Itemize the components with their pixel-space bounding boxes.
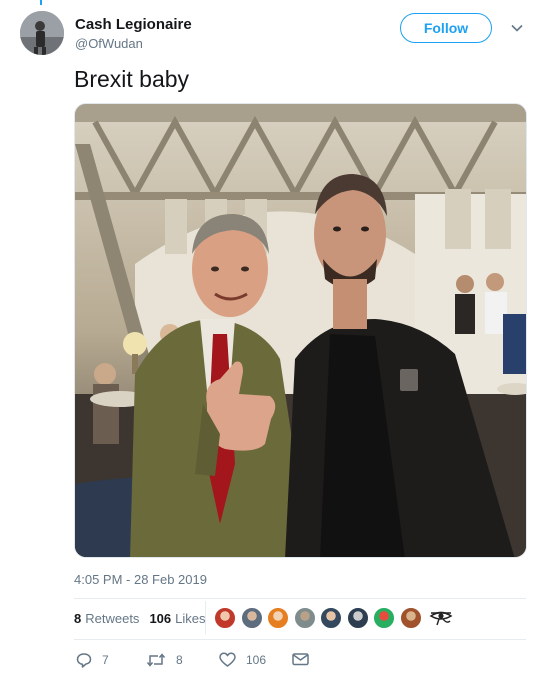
liker-avatar[interactable] — [399, 607, 422, 629]
tweet-timestamp[interactable]: 4:05 PM - 28 Feb 2019 — [74, 572, 207, 587]
like-action[interactable]: 106 — [219, 652, 266, 668]
tweet-header: Cash Legionaire @OfWudan Follow — [20, 11, 530, 57]
retweet-icon — [146, 653, 166, 667]
liker-avatar[interactable] — [267, 607, 289, 629]
avatar[interactable] — [20, 11, 64, 55]
reply-action[interactable]: 7 — [76, 652, 109, 668]
follow-button[interactable]: Follow — [400, 13, 492, 43]
retweets-count: 8 — [74, 611, 82, 626]
dm-action[interactable] — [292, 652, 319, 666]
top-accent-bar — [40, 0, 42, 5]
envelope-icon — [292, 653, 309, 666]
user-handle[interactable]: @OfWudan — [75, 36, 143, 51]
display-name[interactable]: Cash Legionaire — [75, 16, 192, 33]
likes-label: Likes — [175, 611, 206, 626]
like-count: 106 — [246, 653, 267, 667]
divider-top — [74, 598, 526, 599]
tweet-actions: 7 8 106 — [76, 652, 536, 672]
divider-bottom — [74, 639, 526, 640]
retweets-stat[interactable]: 8 Retweets — [74, 611, 139, 626]
likes-stat[interactable]: 106 Likes — [149, 611, 205, 626]
tweet-stats: 8 Retweets 106 Likes — [74, 611, 216, 626]
liker-avatar[interactable] — [293, 607, 316, 629]
eye-of-horus-icon[interactable] — [428, 607, 454, 629]
heart-icon — [219, 652, 236, 667]
retweet-action[interactable]: 8 — [146, 652, 183, 668]
stats-separator — [205, 601, 206, 634]
retweets-label: Retweets — [85, 611, 140, 626]
liker-avatars — [214, 607, 454, 629]
liker-avatar[interactable] — [320, 607, 342, 629]
liker-avatar[interactable] — [346, 607, 369, 629]
liker-avatar[interactable] — [240, 607, 263, 629]
tweet-text: Brexit baby — [74, 66, 190, 92]
reply-count: 7 — [102, 653, 109, 667]
liker-avatar[interactable] — [373, 607, 395, 629]
retweet-count: 8 — [176, 653, 183, 667]
likes-count: 106 — [149, 611, 172, 626]
tweet-photo[interactable] — [74, 103, 527, 558]
chevron-down-icon[interactable] — [510, 21, 524, 35]
reply-icon — [76, 653, 92, 668]
liker-avatar[interactable] — [214, 607, 236, 629]
